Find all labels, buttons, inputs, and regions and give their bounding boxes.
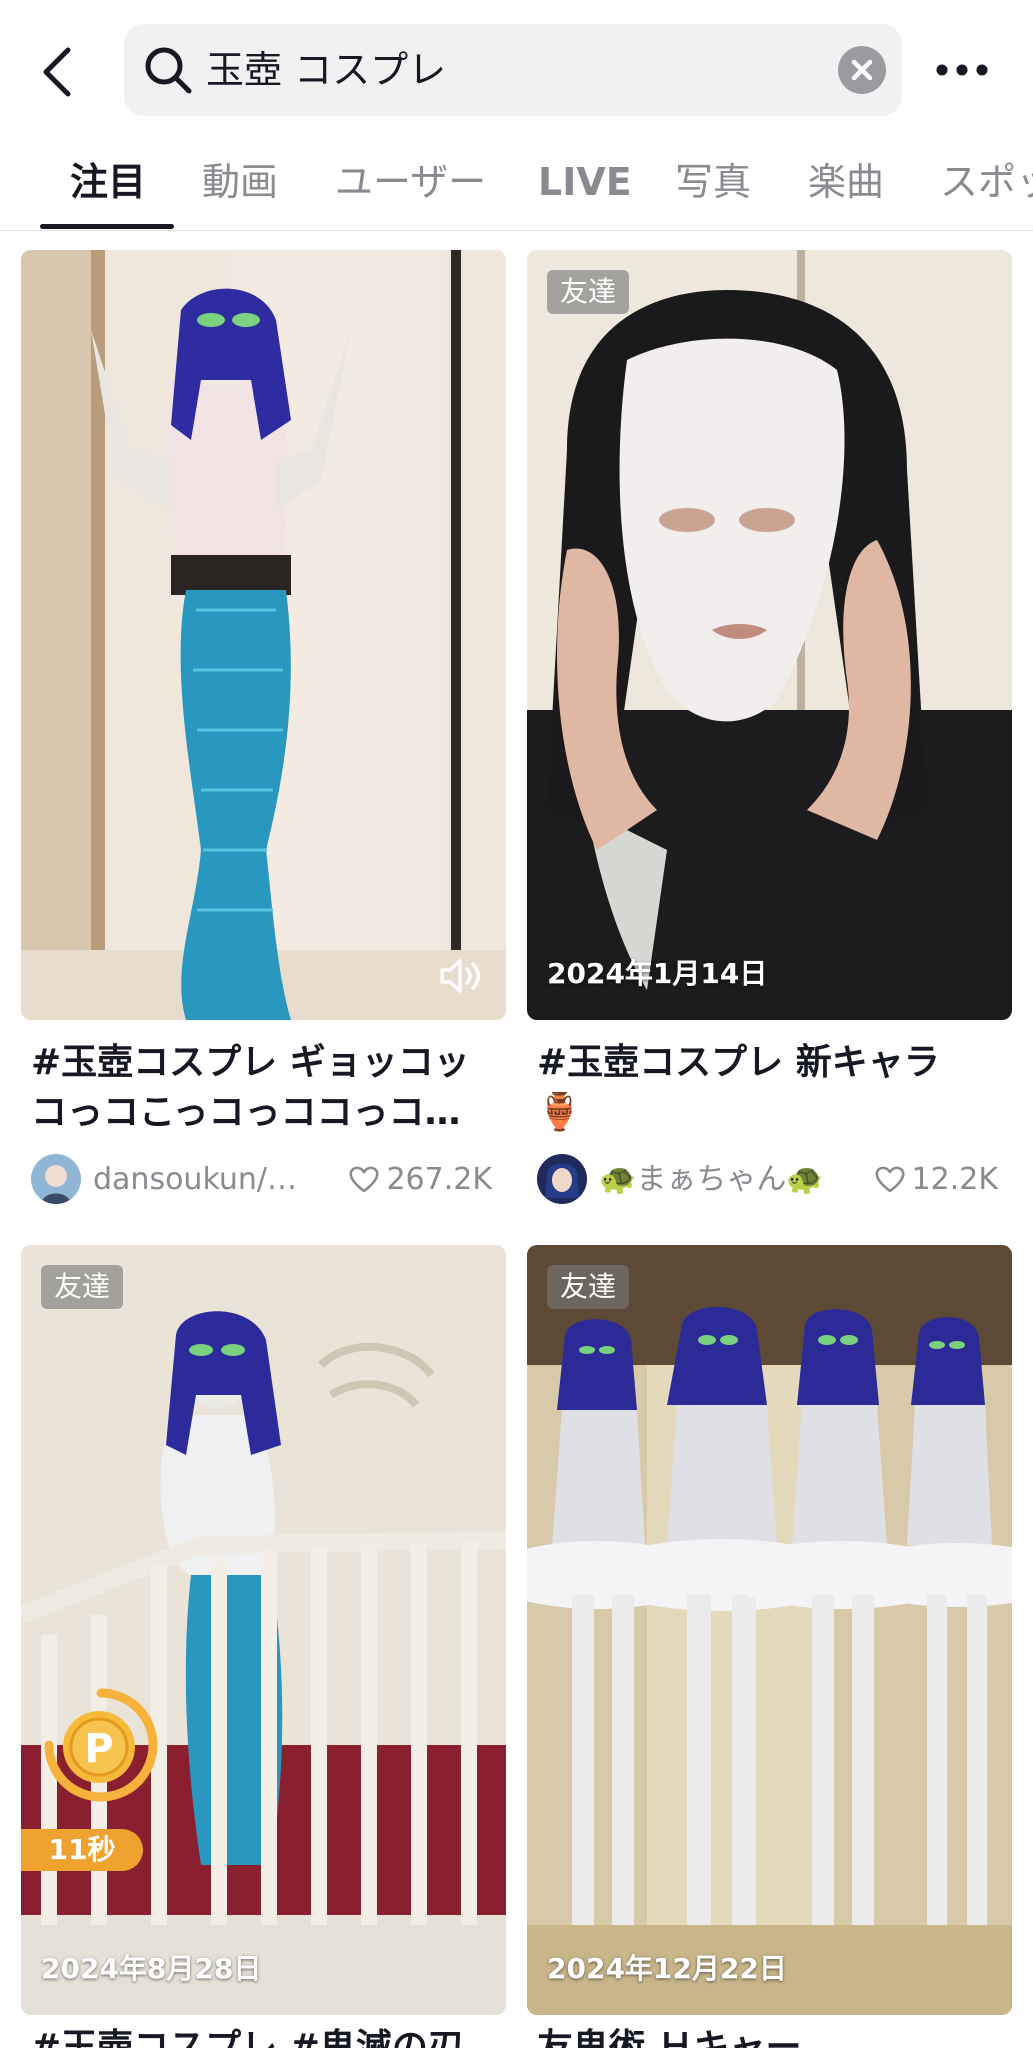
username[interactable]: 🐢まぁちゃん🐢 bbox=[599, 1158, 859, 1202]
more-icon bbox=[936, 64, 988, 76]
caption-line: コっコこっコっココっコ… bbox=[31, 1092, 461, 1133]
tab-videos[interactable]: 動画 bbox=[202, 152, 278, 212]
thumbnail-image bbox=[527, 250, 1012, 1020]
friend-badge: 友達 bbox=[547, 1265, 630, 1309]
search-icon bbox=[145, 47, 192, 94]
heart-icon bbox=[349, 1166, 379, 1193]
video-thumbnail[interactable]: 友達 2024年1月14日 bbox=[527, 250, 1012, 1020]
friend-badge: 友達 bbox=[547, 270, 630, 314]
caption-line: #玉壺コスプレ 新キャラ bbox=[537, 1042, 940, 1083]
search-query-text: 玉壺 コスプレ bbox=[206, 48, 447, 92]
username[interactable]: dansoukun/… bbox=[93, 1158, 323, 1202]
tab-users[interactable]: ユーザー bbox=[335, 152, 486, 212]
video-thumbnail[interactable]: 友達 P 11秒 2024年8月28日 bbox=[21, 1245, 506, 2015]
post-date: 2024年12月22日 bbox=[547, 1952, 787, 1985]
svg-text:P: P bbox=[84, 1726, 113, 1772]
search-input[interactable]: 玉壺 コスプレ bbox=[124, 24, 902, 116]
tab-photos[interactable]: 写真 bbox=[675, 152, 751, 212]
like-count-value: 12.2K bbox=[911, 1162, 998, 1197]
avatar[interactable] bbox=[31, 1154, 81, 1204]
result-card: #玉壺コスプレ ギョッコッ コっコこっコっココっコ… dansoukun/… 2… bbox=[21, 250, 506, 1206]
result-card: 友達 P 11秒 2024年8月28日 bbox=[21, 1245, 506, 2015]
thumbnail-image bbox=[21, 250, 506, 1020]
heart-icon bbox=[874, 1166, 905, 1193]
avatar[interactable] bbox=[537, 1154, 587, 1204]
result-card: 友達 2024年1月14日 #玉壺コスプレ 新キャラ 🏺 🐢まぁちゃん🐢 12.… bbox=[527, 250, 1012, 1206]
avatar-image bbox=[537, 1154, 587, 1204]
avatar-image bbox=[31, 1154, 81, 1204]
like-count-value: 267.2K bbox=[386, 1162, 492, 1197]
post-date: 2024年1月14日 bbox=[547, 957, 768, 990]
search-tabs: 注目 動画 ユーザー LIVE 写真 楽曲 スポッ bbox=[0, 140, 1033, 231]
active-tab-indicator bbox=[40, 224, 174, 229]
video-thumbnail[interactable]: 友達 2024年12月22日 bbox=[527, 1245, 1012, 2015]
tab-music[interactable]: 楽曲 bbox=[808, 152, 884, 212]
video-caption[interactable]: #玉壺コスプレ ギョッコッ コっコこっコっココっコ… bbox=[31, 1038, 496, 1138]
clear-search-button[interactable] bbox=[838, 46, 886, 94]
video-meta: 🐢まぁちゃん🐢 12.2K bbox=[537, 1150, 1002, 1206]
tab-featured[interactable]: 注目 bbox=[70, 152, 146, 212]
thumbnail-image bbox=[527, 1245, 1012, 2015]
caption-line: #玉壺コスプレ ギョッコッ bbox=[31, 1042, 470, 1083]
chevron-left-icon bbox=[43, 47, 71, 97]
back-button[interactable] bbox=[36, 44, 80, 100]
thumbnail-image bbox=[21, 1245, 506, 2015]
video-caption[interactable]: #玉壺コスプレ #鬼滅の刃 bbox=[31, 2020, 501, 2048]
points-coin-icon[interactable]: P bbox=[41, 1685, 161, 1805]
video-caption[interactable]: #玉壺コスプレ 新キャラ 🏺 bbox=[537, 1038, 1002, 1138]
friend-badge: 友達 bbox=[41, 1265, 124, 1309]
tab-spots[interactable]: スポッ bbox=[940, 152, 1033, 212]
like-count[interactable]: 12.2K bbox=[874, 1158, 998, 1202]
timer-badge: 11秒 bbox=[21, 1829, 143, 1871]
like-count[interactable]: 267.2K bbox=[348, 1158, 492, 1202]
video-thumbnail[interactable] bbox=[21, 250, 506, 1020]
clear-icon bbox=[851, 59, 873, 81]
sound-on-icon[interactable] bbox=[436, 954, 486, 998]
post-date: 2024年8月28日 bbox=[41, 1952, 262, 1985]
tab-live[interactable]: LIVE bbox=[538, 152, 632, 212]
video-caption[interactable]: 友鬼術 Ｈキャー bbox=[537, 2020, 1007, 2048]
search-header: 玉壺 コスプレ bbox=[0, 0, 1033, 140]
caption-line: 🏺 bbox=[537, 1092, 582, 1133]
result-card: 友達 2024年12月22日 bbox=[527, 1245, 1012, 2015]
more-options-button[interactable] bbox=[932, 50, 992, 90]
video-meta: dansoukun/… 267.2K bbox=[31, 1150, 496, 1206]
